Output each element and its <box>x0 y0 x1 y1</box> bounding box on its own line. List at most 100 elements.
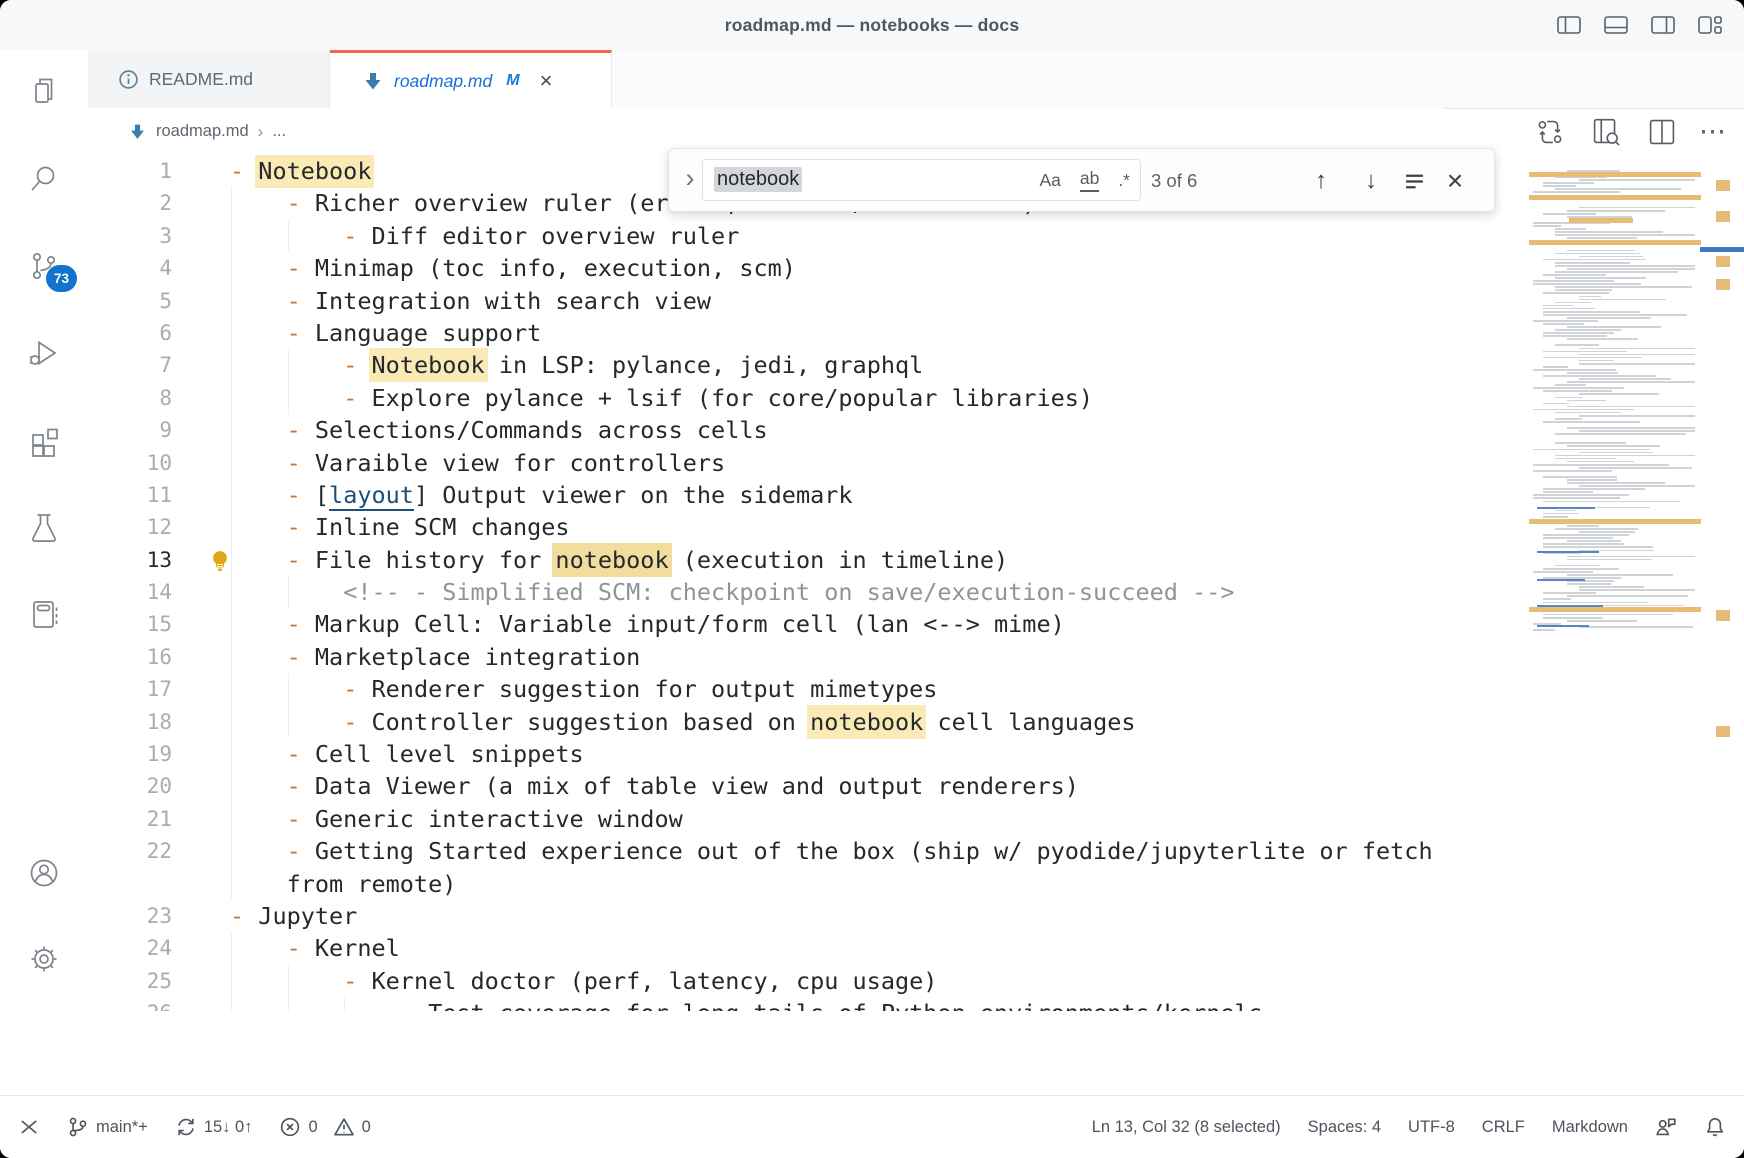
account-icon[interactable] <box>0 850 88 896</box>
indent-guide <box>231 932 232 964</box>
run-and-debug-icon[interactable] <box>0 330 88 376</box>
explorer-icon[interactable] <box>0 70 88 116</box>
match-case-icon[interactable]: Aa <box>1039 170 1060 191</box>
more-actions-icon[interactable]: ⋯ <box>1699 118 1726 145</box>
source-control-icon[interactable]: 73 <box>0 243 88 289</box>
line-text: Varaible view for controllers <box>315 447 725 479</box>
code-line[interactable]: from remote) <box>88 868 1744 900</box>
indent-guide <box>288 706 289 738</box>
line-number: 4 <box>88 252 172 284</box>
minimap-line <box>1543 592 1596 594</box>
line-number: 26 <box>88 997 172 1011</box>
code-line[interactable]: 11-[layout] Output viewer on the sidemar… <box>88 479 1744 511</box>
indent-guide <box>231 414 232 446</box>
code-line[interactable]: 9-Selections/Commands across cells <box>88 414 1744 446</box>
breadcrumb-ellipsis[interactable]: ... <box>272 122 286 141</box>
code-line[interactable]: 23-Jupyter <box>88 900 1744 932</box>
minimap-line <box>1555 289 1612 291</box>
status-item-spaces-4[interactable]: Spaces: 4 <box>1308 1118 1381 1137</box>
minimap-line <box>1533 409 1634 411</box>
code-line[interactable]: 4-Minimap (toc info, execution, scm) <box>88 252 1744 284</box>
editor-region: README.md roadmap.md M × ⋯ roadmap.md › … <box>88 50 1744 1095</box>
extensions-icon[interactable] <box>0 418 88 464</box>
status-item-crlf[interactable]: CRLF <box>1482 1118 1525 1137</box>
code-line[interactable]: 14<!-- - Simplified SCM: checkpoint on s… <box>88 576 1744 608</box>
indent-guide <box>231 220 232 252</box>
list-dash: - <box>287 932 301 964</box>
minimap[interactable] <box>1527 155 1711 755</box>
code-line[interactable]: 3-Diff editor overview ruler <box>88 220 1744 252</box>
code-line[interactable]: 17-Renderer suggestion for output mimety… <box>88 673 1744 705</box>
open-changes-icon[interactable] <box>1531 113 1569 151</box>
toggle-primary-sidebar-icon[interactable] <box>1557 16 1581 34</box>
tab-roadmap[interactable]: roadmap.md M × <box>330 50 612 109</box>
minimap-heading <box>1537 625 1589 627</box>
ruler-match-mark <box>1716 279 1730 290</box>
next-match-icon[interactable]: ↓ <box>1353 149 1389 213</box>
status-item-feedback[interactable] <box>1655 1116 1677 1138</box>
code-line[interactable]: 25-Kernel doctor (perf, latency, cpu usa… <box>88 965 1744 997</box>
line-number: 21 <box>88 803 172 835</box>
code-line[interactable]: 6-Language support <box>88 317 1744 349</box>
tab-readme[interactable]: README.md <box>88 50 330 108</box>
status-item-error[interactable]: 00 <box>279 1116 370 1138</box>
open-preview-icon[interactable] <box>1587 113 1625 151</box>
settings-gear-icon[interactable] <box>0 936 88 982</box>
find-query-text[interactable]: notebook <box>714 167 802 192</box>
indent-guide <box>231 835 232 867</box>
status-item-remote[interactable] <box>18 1116 40 1138</box>
status-item-branch[interactable]: main*+ <box>67 1116 148 1138</box>
split-editor-icon[interactable] <box>1643 113 1681 151</box>
customize-layout-icon[interactable] <box>1698 16 1722 34</box>
close-tab-icon[interactable]: × <box>540 70 553 92</box>
indent-guide <box>231 479 232 511</box>
status-item-sync[interactable]: 15↓ 0↑ <box>175 1116 253 1138</box>
code-line[interactable]: 24-Kernel <box>88 932 1744 964</box>
code-line[interactable]: 12-Inline SCM changes <box>88 511 1744 543</box>
code-line[interactable]: 18-Controller suggestion based on notebo… <box>88 706 1744 738</box>
code-line[interactable]: 13-File history for notebook (execution … <box>88 544 1744 576</box>
minimap-line <box>1567 461 1634 463</box>
testing-icon[interactable] <box>0 505 88 551</box>
toggle-panel-icon[interactable] <box>1604 16 1628 34</box>
whole-word-icon[interactable]: ab <box>1080 168 1099 192</box>
code-line[interactable]: 16-Marketplace integration <box>88 641 1744 673</box>
toggle-replace-chevron-icon[interactable]: › <box>679 163 701 194</box>
toggle-secondary-sidebar-icon[interactable] <box>1651 16 1675 34</box>
code-line[interactable]: 15-Markup Cell: Variable input/form cell… <box>88 608 1744 640</box>
minimap-line <box>1567 372 1618 374</box>
code-line[interactable]: 21-Generic interactive window <box>88 803 1744 835</box>
code-line[interactable]: 22-Getting Started experience out of the… <box>88 835 1744 867</box>
code-line[interactable]: 8-Explore pylance + lsif (for core/popul… <box>88 382 1744 414</box>
find-input[interactable]: notebook Aa ab .* <box>702 159 1141 201</box>
search-icon[interactable] <box>0 156 88 202</box>
overview-ruler[interactable] <box>1708 50 1744 1095</box>
minimap-line <box>1543 543 1624 545</box>
breadcrumb-file[interactable]: roadmap.md <box>156 122 249 141</box>
code-line[interactable]: 10-Varaible view for controllers <box>88 447 1744 479</box>
code-line[interactable]: 20-Data Viewer (a mix of table view and … <box>88 770 1744 802</box>
code-line[interactable]: 7-Notebook in LSP: pylance, jedi, graphq… <box>88 349 1744 381</box>
status-item-markdown[interactable]: Markdown <box>1552 1118 1628 1137</box>
notebook-icon[interactable] <box>0 591 88 637</box>
minimap-line <box>1579 299 1666 301</box>
status-item-ln-13-col-32-8-selected-[interactable]: Ln 13, Col 32 (8 selected) <box>1092 1118 1281 1137</box>
indent-guide <box>231 965 232 997</box>
minimap-match-highlight <box>1529 607 1701 612</box>
find-in-selection-icon[interactable] <box>1396 149 1432 213</box>
status-item-bell[interactable] <box>1704 1116 1726 1138</box>
status-item-utf-8[interactable]: UTF-8 <box>1408 1118 1455 1137</box>
list-dash: - <box>287 317 301 349</box>
minimap-line <box>1533 369 1616 371</box>
previous-match-icon[interactable]: ↑ <box>1303 149 1339 213</box>
code-line[interactable]: 19-Cell level snippets <box>88 738 1744 770</box>
close-find-icon[interactable]: × <box>1437 149 1473 213</box>
lightbulb-icon[interactable] <box>208 549 232 573</box>
minimap-line <box>1555 397 1582 399</box>
code-line[interactable]: 5-Integration with search view <box>88 285 1744 317</box>
minimap-line <box>1543 516 1568 518</box>
code-line[interactable]: 26-Test coverage for long tails of Pytho… <box>88 997 1744 1011</box>
regex-icon[interactable]: .* <box>1118 170 1130 191</box>
ruler-match-mark <box>1716 256 1730 267</box>
minimap-line <box>1567 620 1637 622</box>
